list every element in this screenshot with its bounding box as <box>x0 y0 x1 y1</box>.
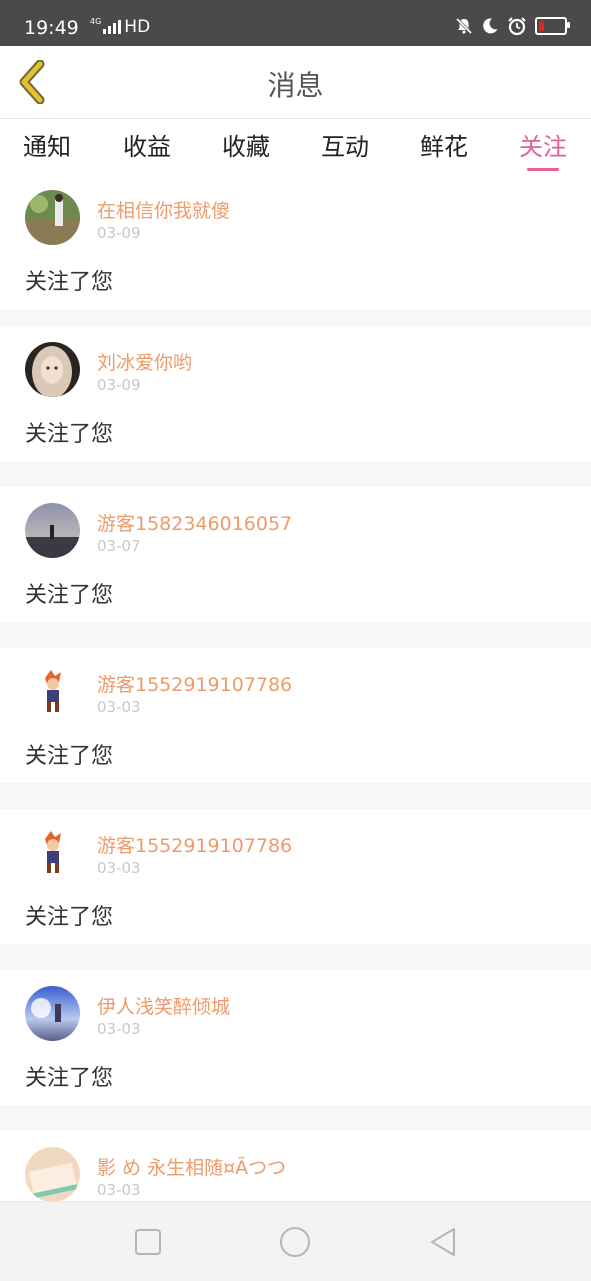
avatar[interactable] <box>25 190 80 245</box>
message-date: 03-09 <box>97 376 141 394</box>
message-text: 关注了您 <box>25 1066 114 1091</box>
tab-label: 收藏 <box>222 133 270 161</box>
battery-icon <box>535 17 570 35</box>
signal-icon <box>103 20 122 34</box>
network-type-small: 4G <box>90 16 102 26</box>
user-name[interactable]: 游客1582346016057 <box>97 509 292 536</box>
message-text: 关注了您 <box>25 583 114 608</box>
user-name[interactable]: 游客1552919107786 <box>97 670 292 697</box>
active-tab-indicator <box>527 168 559 171</box>
square-icon[interactable] <box>130 1224 166 1260</box>
tab-label: 通知 <box>23 133 71 161</box>
system-nav-bar <box>0 1201 591 1281</box>
tab-label: 收益 <box>123 133 171 161</box>
status-time: 19:49 <box>24 17 79 39</box>
user-name[interactable]: 影 め 永生相随¤Ãつつ <box>97 1153 286 1180</box>
message-text: 关注了您 <box>25 422 114 447</box>
message-date: 03-03 <box>97 1181 141 1199</box>
app-header: 消息 <box>0 46 591 119</box>
network-indicator: 4G HD <box>90 16 151 38</box>
avatar[interactable] <box>25 1147 80 1202</box>
tab-earnings[interactable]: 收益 <box>111 127 183 162</box>
user-name[interactable]: 在相信你我就傻 <box>97 196 230 223</box>
tab-notice[interactable]: 通知 <box>11 127 83 162</box>
circle-icon[interactable] <box>277 1224 313 1260</box>
list-item[interactable]: 伊人浅笑醉倾城 03-03 关注了您 <box>0 970 591 1105</box>
message-text: 关注了您 <box>25 905 114 930</box>
message-text: 关注了您 <box>25 270 114 295</box>
avatar[interactable] <box>25 342 80 397</box>
status-bar: 19:49 4G HD <box>0 0 591 46</box>
page-title: 消息 <box>267 69 324 102</box>
list-item[interactable]: 游客1552919107786 03-03 关注了您 <box>0 648 591 783</box>
list-item[interactable]: 在相信你我就傻 03-09 关注了您 <box>0 174 591 309</box>
mute-icon <box>455 17 473 35</box>
message-date: 03-03 <box>97 1020 141 1038</box>
tab-label: 关注 <box>519 133 567 161</box>
message-date: 03-03 <box>97 859 141 877</box>
message-text: 关注了您 <box>25 744 114 769</box>
user-name[interactable]: 游客1552919107786 <box>97 831 292 858</box>
list-item[interactable]: 游客1582346016057 03-07 关注了您 <box>0 487 591 622</box>
user-name[interactable]: 刘冰爱你哟 <box>97 348 192 375</box>
alarm-icon <box>508 17 526 36</box>
network-type: HD <box>124 17 151 37</box>
tab-interaction[interactable]: 互动 <box>309 127 381 162</box>
avatar[interactable] <box>25 503 80 558</box>
tab-flowers[interactable]: 鲜花 <box>408 127 480 162</box>
avatar[interactable] <box>25 664 80 719</box>
list-item[interactable]: 游客1552919107786 03-03 关注了您 <box>0 809 591 944</box>
message-date: 03-09 <box>97 224 141 242</box>
moon-icon <box>483 18 498 34</box>
status-icons <box>455 16 570 36</box>
tab-label: 鲜花 <box>420 133 468 161</box>
list-item[interactable]: 刘冰爱你哟 03-09 关注了您 <box>0 326 591 461</box>
user-name[interactable]: 伊人浅笑醉倾城 <box>97 992 230 1019</box>
avatar[interactable] <box>25 825 80 880</box>
message-date: 03-07 <box>97 537 141 555</box>
avatar[interactable] <box>25 986 80 1041</box>
message-date: 03-03 <box>97 698 141 716</box>
tab-favorites[interactable]: 收藏 <box>210 127 282 162</box>
tab-follow[interactable]: 关注 <box>507 127 579 171</box>
tab-label: 互动 <box>321 133 369 161</box>
tab-bar: 通知 收益 收藏 互动 鲜花 关注 <box>0 119 591 174</box>
triangle-back-icon[interactable] <box>426 1224 462 1260</box>
